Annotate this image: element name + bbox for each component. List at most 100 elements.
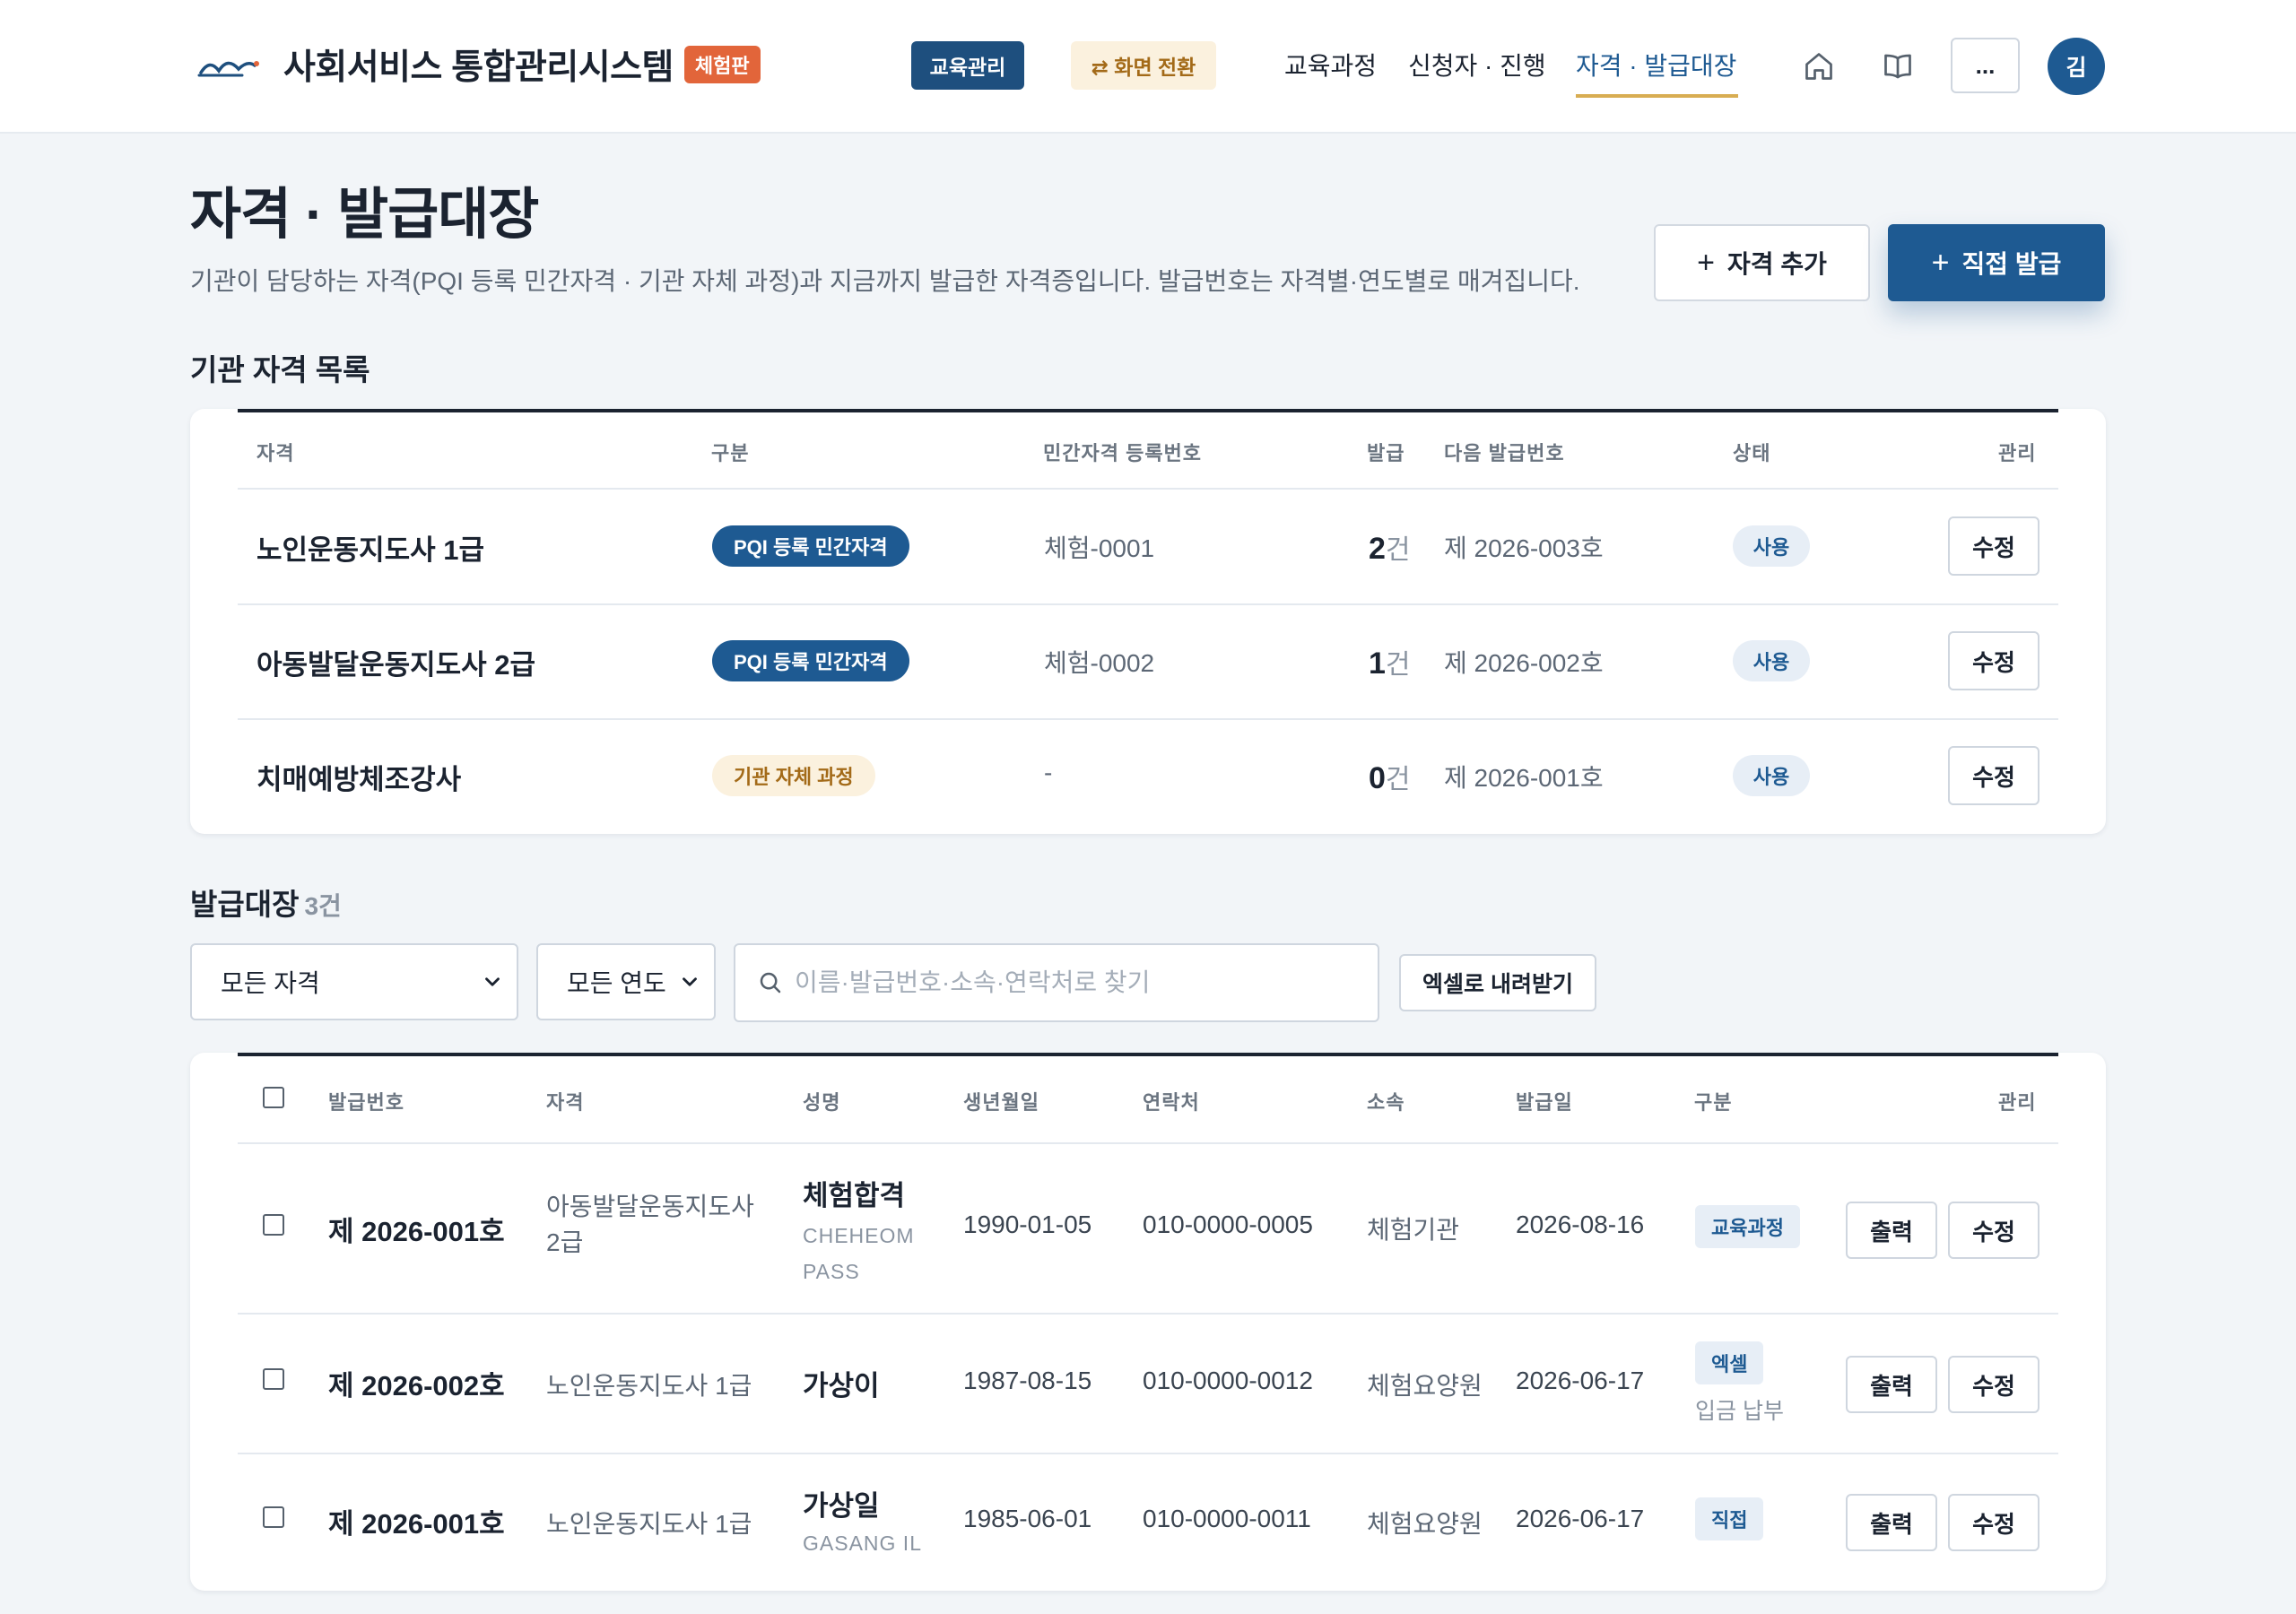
- book-icon[interactable]: [1873, 41, 1923, 91]
- row-divider: [238, 488, 2058, 490]
- kind-tag: 직접: [1695, 1497, 1764, 1540]
- holder-name: 체험합격: [803, 1180, 906, 1211]
- direct-issue-button[interactable]: + 직접 발급: [1888, 224, 2105, 301]
- year-filter-select[interactable]: 모든 연도: [536, 943, 716, 1020]
- edit-button[interactable]: 수정: [1948, 631, 2039, 690]
- issue-date: 2026-06-17: [1516, 1505, 1645, 1532]
- issued-count: 1건: [1369, 646, 1411, 681]
- holder-name-english: CHEHEOM PASS: [803, 1224, 915, 1283]
- issue-number: 제 2026-002호: [328, 1370, 505, 1401]
- status-badge: 사용: [1733, 755, 1810, 796]
- nav-courses[interactable]: 교육과정: [1284, 47, 1377, 82]
- registration-number: 체험-0001: [1044, 534, 1155, 562]
- qualification-name: 노인운동지도사 1급: [257, 534, 485, 566]
- col-header-date: 발급일: [1516, 1091, 1573, 1114]
- row-divider: [238, 1453, 2058, 1454]
- row-checkbox[interactable]: [263, 1506, 284, 1528]
- brand-logo-icon: [197, 61, 259, 77]
- col-header-type: 구분: [711, 442, 750, 464]
- row-divider: [238, 1313, 2058, 1315]
- issue-number: 제 2026-001호: [328, 1508, 505, 1540]
- phone-number: 010-0000-0005: [1143, 1210, 1313, 1238]
- issue-number: 제 2026-001호: [328, 1216, 505, 1247]
- home-icon[interactable]: [1794, 41, 1844, 91]
- birth-date: 1987-08-15: [963, 1367, 1092, 1394]
- qualification-filter-value: 모든 자격: [221, 969, 320, 997]
- qualifications-table: 자격 구분 민간자격 등록번호 발급 다음 발급번호 상태 관리 노인운동지도사…: [190, 409, 2106, 834]
- col-header-manage: 관리: [1998, 442, 2037, 464]
- issued-count: 2건: [1369, 532, 1411, 566]
- col-header-next-no: 다음 발급번호: [1444, 442, 1565, 464]
- select-all-checkbox[interactable]: [263, 1087, 284, 1108]
- kind-tag: 엑셀: [1695, 1341, 1764, 1384]
- user-avatar[interactable]: 김: [2048, 38, 2105, 95]
- payment-note: 입금 납부: [1695, 1399, 1784, 1424]
- qualifications-section-title: 기관 자격 목록: [190, 353, 370, 386]
- status-badge: 사용: [1733, 525, 1810, 567]
- table-top-rule: [238, 409, 2058, 412]
- edu-management-button[interactable]: 교육관리: [911, 41, 1024, 90]
- qualification-filter-select[interactable]: 모든 자격: [190, 943, 518, 1020]
- nav-applicants[interactable]: 신청자 · 진행: [1408, 47, 1546, 82]
- more-menu-button[interactable]: ...: [1951, 38, 2020, 93]
- col-header-birth: 생년월일: [963, 1091, 1039, 1114]
- phone-number: 010-0000-0011: [1143, 1505, 1311, 1532]
- kind-tag: 교육과정: [1695, 1205, 1800, 1248]
- page-description: 기관이 담당하는 자격(PQI 등록 민간자격 · 기관 자체 과정)과 지금까…: [190, 267, 1580, 295]
- top-bar: 사회서비스 통합관리시스템 체험판 교육관리 ⇄ 화면 전환 교육과정 신청자 …: [0, 0, 2296, 134]
- col-header-issued: 발급: [1367, 442, 1405, 464]
- organization: 체험기관: [1367, 1216, 1460, 1244]
- row-checkbox[interactable]: [263, 1368, 284, 1390]
- col-header-org: 소속: [1367, 1091, 1405, 1114]
- row-divider: [238, 1142, 2058, 1144]
- search-input[interactable]: [795, 968, 1351, 997]
- issued-count: 0건: [1369, 761, 1411, 795]
- col-header-issue-no: 발급번호: [328, 1091, 404, 1114]
- col-header-reg-no: 민간자격 등록번호: [1043, 442, 1203, 464]
- col-header-kind: 구분: [1694, 1091, 1733, 1114]
- organization: 체험요양원: [1367, 1372, 1483, 1400]
- edit-button[interactable]: 수정: [1948, 516, 2039, 576]
- edit-button[interactable]: 수정: [1948, 746, 2039, 805]
- active-nav-indicator: [1576, 94, 1738, 98]
- registration-number: -: [1044, 759, 1053, 786]
- excel-download-button[interactable]: 엑셀로 내려받기: [1399, 954, 1596, 1011]
- edit-button[interactable]: 수정: [1948, 1494, 2039, 1551]
- status-badge: 사용: [1733, 640, 1810, 681]
- edit-button[interactable]: 수정: [1948, 1202, 2039, 1259]
- edit-button[interactable]: 수정: [1948, 1356, 2039, 1413]
- switch-view-button[interactable]: ⇄ 화면 전환: [1071, 41, 1216, 90]
- plus-icon: +: [1697, 245, 1716, 280]
- direct-issue-label: 직접 발급: [1961, 250, 2062, 278]
- holder-name: 가상이: [803, 1370, 880, 1401]
- type-badge: PQI 등록 민간자격: [712, 640, 909, 681]
- search-icon: [760, 972, 781, 994]
- row-divider: [238, 718, 2058, 720]
- issue-date: 2026-06-17: [1516, 1367, 1645, 1394]
- print-button[interactable]: 출력: [1846, 1356, 1937, 1413]
- ledger-count: 3건: [304, 892, 342, 920]
- next-issue-number: 제 2026-002호: [1444, 649, 1604, 677]
- nav-qualifications[interactable]: 자격 · 발급대장: [1576, 47, 1736, 82]
- print-button[interactable]: 출력: [1846, 1494, 1937, 1551]
- holder-name: 가상일: [803, 1490, 880, 1522]
- app-title: 사회서비스 통합관리시스템: [283, 48, 674, 87]
- chevron-down-icon: [485, 977, 500, 986]
- chevron-down-icon: [683, 977, 697, 986]
- qualification-name: 노인운동지도사 1급: [546, 1510, 752, 1538]
- row-checkbox[interactable]: [263, 1214, 284, 1236]
- add-qualification-button[interactable]: + 자격 추가: [1654, 224, 1870, 301]
- registration-number: 체험-0002: [1044, 649, 1155, 677]
- row-divider: [238, 603, 2058, 605]
- next-issue-number: 제 2026-003호: [1444, 534, 1604, 562]
- year-filter-value: 모든 연도: [567, 969, 666, 997]
- brand[interactable]: 사회서비스 통합관리시스템 체험판: [197, 39, 761, 90]
- search-box[interactable]: [734, 943, 1379, 1022]
- birth-date: 1990-01-05: [963, 1210, 1092, 1238]
- type-badge: PQI 등록 민간자격: [712, 525, 909, 567]
- plus-icon: +: [1931, 245, 1950, 280]
- issue-date: 2026-08-16: [1516, 1210, 1645, 1238]
- holder-name-english: GASANG IL: [803, 1532, 922, 1555]
- type-badge: 기관 자체 과정: [712, 755, 875, 796]
- print-button[interactable]: 출력: [1846, 1202, 1937, 1259]
